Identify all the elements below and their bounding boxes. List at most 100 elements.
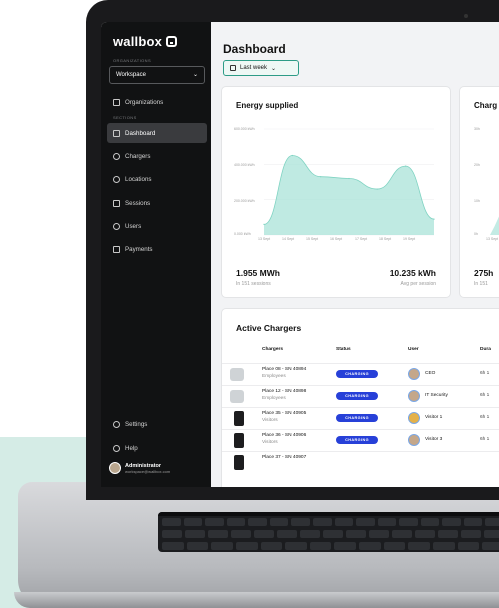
sidebar-item-settings[interactable]: Settings xyxy=(107,414,207,434)
avatar xyxy=(408,368,420,380)
marketing-scene: wallbox ORGANIZATIONS Workspace ⌄ Organi… xyxy=(0,0,499,608)
column-header[interactable]: Dura xyxy=(480,347,491,352)
users-icon xyxy=(113,222,120,230)
chevron-down-icon: ⌄ xyxy=(271,65,277,72)
sidebar-item-help[interactable]: Help xyxy=(107,438,207,458)
charging-time-card: Charg 30h 20h 10h 0h 13 Sept 275h In 151 xyxy=(459,86,499,298)
table-row[interactable]: Place 36 - SN 40906 Visitors CHARGING Vi… xyxy=(222,429,499,451)
charger-group: Employees xyxy=(262,374,286,379)
touch-bar xyxy=(158,512,499,516)
avatar xyxy=(408,434,420,446)
energy-point xyxy=(405,165,407,167)
sidebar-item-label: Dashboard xyxy=(125,129,156,137)
charger-name: Place 08 - SN 40894 xyxy=(262,367,307,372)
charger-name: Place 35 - SN 40905 xyxy=(262,411,307,416)
active-chargers-title: Active Chargers xyxy=(236,323,302,333)
sidebar-item-label: Users xyxy=(125,222,142,230)
laptop-keyboard xyxy=(158,512,499,552)
energy-total-sub: In 151 sessions xyxy=(236,281,271,287)
user-profile[interactable]: Administrator workspace@wallbox.com xyxy=(109,462,170,474)
wall-charger-icon xyxy=(230,390,244,403)
duration: 6h 1 xyxy=(480,437,490,442)
avatar xyxy=(109,462,121,474)
brand-logo[interactable]: wallbox xyxy=(113,34,178,49)
column-header[interactable]: Status xyxy=(336,347,351,352)
duration: 6h 1 xyxy=(480,371,490,376)
active-chargers-card: Active Chargers Chargers Status User Dur… xyxy=(221,308,499,487)
table-row[interactable]: Place 08 - SN 40894 Employees CHARGING C… xyxy=(222,363,499,385)
gear-icon xyxy=(113,420,120,428)
x-tick-label: 13 Sept xyxy=(486,237,499,241)
workspace-select-value: Workspace xyxy=(116,72,146,78)
sidebar-item-label: Settings xyxy=(125,420,148,428)
charging-area xyxy=(490,216,499,235)
energy-point xyxy=(320,176,322,178)
charger-group: Employees xyxy=(262,396,286,401)
calendar-icon xyxy=(230,65,236,71)
building-icon xyxy=(113,98,120,106)
x-tick-label: 16 Sept xyxy=(330,237,343,241)
sidebar-item-chargers[interactable]: Chargers xyxy=(107,146,207,166)
charging-area-chart xyxy=(490,216,499,235)
user-name: Visitor 3 xyxy=(425,437,443,442)
energy-point xyxy=(263,223,265,225)
sidebar-item-label: Chargers xyxy=(125,152,151,160)
energy-supplied-card: Energy supplied 600.000 kWh 400.000 kWh … xyxy=(221,86,451,298)
sidebar-item-payments[interactable]: Payments xyxy=(107,239,207,259)
sidebar-item-label: Help xyxy=(125,444,138,452)
sidebar-item-sessions[interactable]: Sessions xyxy=(107,193,207,213)
x-tick-label: 18 Sept xyxy=(379,237,392,241)
dashboard-icon xyxy=(113,129,120,137)
charger-group: Visitors xyxy=(262,418,278,423)
charging-total-sub: In 151 xyxy=(474,281,488,287)
sidebar-item-label: Organizations xyxy=(125,98,164,106)
wallbox-mark-icon xyxy=(166,36,178,47)
energy-total-value: 1.955 MWh xyxy=(236,268,280,278)
page-title: Dashboard xyxy=(223,42,286,56)
x-tick-label: 14 Sept xyxy=(282,237,295,241)
energy-point xyxy=(348,177,350,180)
sidebar: wallbox ORGANIZATIONS Workspace ⌄ Organi… xyxy=(101,22,211,487)
charger-name: Place 12 - SN 40898 xyxy=(262,389,307,394)
table-row[interactable]: Place 37 - SN 40907 xyxy=(222,451,499,473)
main-content: Dashboard Last week ⌄ Energy supplied 60… xyxy=(211,22,499,487)
profile-email: workspace@wallbox.com xyxy=(125,468,171,474)
sidebar-item-locations[interactable]: Locations xyxy=(107,169,207,189)
charging-total-value: 275h xyxy=(474,268,494,278)
energy-area xyxy=(264,155,434,235)
sections-label: SECTIONS xyxy=(113,115,137,120)
help-icon xyxy=(113,444,120,452)
energy-avg-sub: Avg per session xyxy=(400,281,436,287)
column-header[interactable]: Chargers xyxy=(262,347,283,352)
column-header[interactable]: User xyxy=(408,347,419,352)
sidebar-item-organizations[interactable]: Organizations xyxy=(107,92,207,112)
user-name: Visitor 1 xyxy=(425,415,443,420)
charger-name: Place 36 - SN 40906 xyxy=(262,433,307,438)
x-tick-label: 13 Sept xyxy=(258,237,271,241)
energy-point xyxy=(433,218,435,220)
workspace-select[interactable]: Workspace ⌄ xyxy=(109,66,205,84)
charger-group: Visitors xyxy=(262,440,278,445)
tower-charger-icon xyxy=(234,433,244,448)
date-range-button[interactable]: Last week ⌄ xyxy=(223,60,299,76)
sidebar-item-label: Sessions xyxy=(125,199,151,207)
location-pin-icon xyxy=(113,175,120,183)
x-tick-label: 17 Sept xyxy=(355,237,368,241)
energy-point xyxy=(291,154,293,157)
sidebar-item-users[interactable]: Users xyxy=(107,216,207,236)
table-row[interactable]: Place 35 - SN 40905 Visitors CHARGING Vi… xyxy=(222,407,499,429)
energy-avg-value: 10.235 kWh xyxy=(389,268,436,278)
chevron-down-icon: ⌄ xyxy=(192,72,198,78)
date-range-label: Last week xyxy=(240,65,268,71)
status-badge: CHARGING xyxy=(336,436,378,444)
duration: 6h 1 xyxy=(480,415,490,420)
sidebar-item-dashboard[interactable]: Dashboard xyxy=(107,123,207,143)
status-badge: CHARGING xyxy=(336,370,378,378)
table-row[interactable]: Place 12 - SN 40898 Employees CHARGING I… xyxy=(222,385,499,407)
charger-name: Place 37 - SN 40907 xyxy=(262,455,307,460)
user-name: CEO xyxy=(425,371,436,376)
avatar xyxy=(408,390,420,402)
wall-charger-icon xyxy=(230,368,244,381)
tower-charger-icon xyxy=(234,411,244,426)
card-icon xyxy=(113,245,120,253)
